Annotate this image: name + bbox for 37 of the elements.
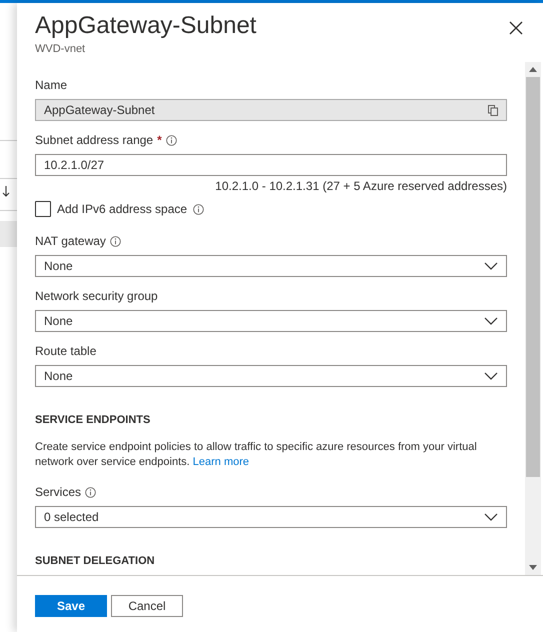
field-label: Route table (35, 344, 96, 358)
required-icon: * (157, 133, 162, 147)
learn-more-link[interactable]: Learn more (192, 456, 250, 468)
info-icon[interactable] (85, 486, 96, 498)
address-range-field[interactable]: 10.2.1.0/27 (35, 154, 507, 176)
field-label: Subnet address range (35, 133, 154, 147)
field-label: Network security group (35, 289, 158, 303)
sort-icon (2, 185, 10, 197)
close-button[interactable] (509, 21, 525, 37)
dropdown[interactable]: None (35, 365, 507, 387)
chevron-down-icon (484, 262, 498, 270)
field-label: Name (35, 78, 68, 92)
description-text: Create service endpoint policies to allow traffic to specific azure resources from your virtual network over service endpoints. Learn more (35, 440, 478, 470)
dropdown[interactable]: None (35, 255, 507, 277)
section-heading: SUBNET DELEGATION (35, 555, 156, 567)
copy-icon[interactable] (488, 104, 498, 116)
info-icon[interactable] (110, 236, 121, 246)
scrollbar[interactable] (525, 62, 541, 575)
info-icon[interactable] (193, 204, 204, 214)
panel-subtitle: WVD-vnet (35, 43, 86, 55)
dropdown[interactable]: 0 selected (35, 506, 507, 528)
save-button[interactable]: Save (35, 595, 107, 617)
field-label: NAT gateway (35, 234, 106, 248)
name-input[interactable]: AppGateway-Subnet (44, 103, 488, 117)
name-field[interactable]: AppGateway-Subnet (35, 99, 507, 121)
checkbox[interactable] (35, 201, 51, 217)
chevron-down-icon (484, 513, 498, 521)
info-icon[interactable] (166, 134, 177, 146)
field-label: Services (35, 485, 82, 499)
chevron-down-icon (484, 372, 498, 380)
panel-title: AppGateway-Subnet (35, 11, 256, 41)
section-heading: SERVICE ENDPOINTS (35, 414, 152, 426)
chevron-down-icon (484, 317, 498, 325)
dropdown[interactable]: None (35, 310, 507, 332)
checkbox-label: Add IPv6 address space (57, 202, 188, 216)
address-hint: 10.2.1.0 - 10.2.1.31 (27 + 5 Azure reserved addresses) (214, 179, 507, 193)
cancel-button[interactable]: Cancel (111, 595, 183, 617)
